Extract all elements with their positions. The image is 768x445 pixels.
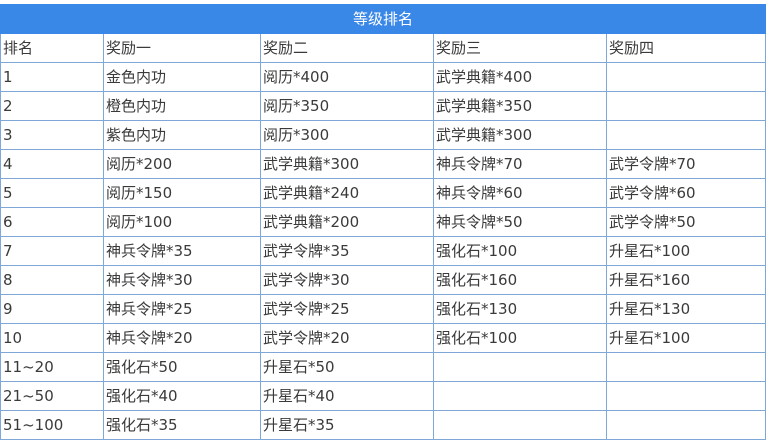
reward-3-cell: 强化石*160	[433, 265, 607, 295]
reward-3-cell: 强化石*100	[433, 323, 607, 353]
reward-3-cell: 神兵令牌*70	[433, 149, 607, 179]
header-reward-1: 奖励一	[103, 33, 261, 63]
reward-3-cell	[433, 381, 607, 411]
reward-3-cell	[433, 352, 607, 382]
table-row: 10 神兵令牌*20 武学令牌*20 强化石*100 升星石*100	[0, 323, 766, 353]
rank-cell: 2	[0, 91, 104, 121]
reward-2-cell: 武学令牌*35	[260, 236, 434, 266]
reward-1-cell: 强化石*35	[103, 410, 261, 440]
reward-1-cell: 阅历*200	[103, 149, 261, 179]
table-row: 21~50 强化石*40 升星石*40	[0, 381, 766, 411]
reward-1-cell: 橙色内功	[103, 91, 261, 121]
level-ranking-table: 等级排名 排名 奖励一 奖励二 奖励三 奖励四 1 金色内功 阅历*400 武学典籍*…	[0, 4, 766, 440]
reward-2-cell: 武学典籍*300	[260, 149, 434, 179]
rank-cell: 6	[0, 207, 104, 237]
reward-1-cell: 阅历*100	[103, 207, 261, 237]
table-title-row: 等级排名	[0, 4, 766, 34]
reward-2-cell: 武学令牌*20	[260, 323, 434, 353]
header-reward-3: 奖励三	[433, 33, 607, 63]
table-header-row: 排名 奖励一 奖励二 奖励三 奖励四	[0, 33, 766, 63]
table-body: 1 金色内功 阅历*400 武学典籍*400 2 橙色内功 阅历*350 武学典籍*350 3 紫…	[0, 62, 766, 440]
rank-cell: 21~50	[0, 381, 104, 411]
reward-4-cell: 升星石*160	[606, 265, 766, 295]
reward-1-cell: 强化石*50	[103, 352, 261, 382]
table-row: 6 阅历*100 武学典籍*200 神兵令牌*50 武学令牌*50	[0, 207, 766, 237]
reward-4-cell: 升星石*100	[606, 323, 766, 353]
rank-cell: 11~20	[0, 352, 104, 382]
table-row: 4 阅历*200 武学典籍*300 神兵令牌*70 武学令牌*70	[0, 149, 766, 179]
rank-cell: 7	[0, 236, 104, 266]
table-title: 等级排名	[0, 4, 766, 34]
rank-cell: 4	[0, 149, 104, 179]
reward-2-cell: 升星石*40	[260, 381, 434, 411]
reward-3-cell: 强化石*130	[433, 294, 607, 324]
reward-3-cell: 武学典籍*400	[433, 62, 607, 92]
table-row: 51~100 强化石*35 升星石*35	[0, 410, 766, 440]
reward-4-cell	[606, 352, 766, 382]
reward-3-cell: 武学典籍*350	[433, 91, 607, 121]
reward-4-cell	[606, 381, 766, 411]
rank-cell: 8	[0, 265, 104, 295]
reward-3-cell	[433, 410, 607, 440]
reward-4-cell	[606, 410, 766, 440]
table-row: 11~20 强化石*50 升星石*50	[0, 352, 766, 382]
header-reward-4: 奖励四	[606, 33, 766, 63]
reward-4-cell: 升星石*130	[606, 294, 766, 324]
reward-3-cell: 神兵令牌*60	[433, 178, 607, 208]
rank-cell: 10	[0, 323, 104, 353]
header-reward-2: 奖励二	[260, 33, 434, 63]
rank-cell: 9	[0, 294, 104, 324]
reward-4-cell: 升星石*100	[606, 236, 766, 266]
reward-1-cell: 神兵令牌*35	[103, 236, 261, 266]
reward-1-cell: 强化石*40	[103, 381, 261, 411]
reward-4-cell	[606, 91, 766, 121]
reward-4-cell: 武学令牌*70	[606, 149, 766, 179]
reward-2-cell: 阅历*300	[260, 120, 434, 150]
reward-2-cell: 阅历*400	[260, 62, 434, 92]
reward-2-cell: 武学典籍*240	[260, 178, 434, 208]
table-row: 9 神兵令牌*25 武学令牌*25 强化石*130 升星石*130	[0, 294, 766, 324]
reward-1-cell: 阅历*150	[103, 178, 261, 208]
header-rank: 排名	[0, 33, 104, 63]
reward-1-cell: 神兵令牌*30	[103, 265, 261, 295]
reward-4-cell	[606, 62, 766, 92]
rank-cell: 51~100	[0, 410, 104, 440]
reward-4-cell: 武学令牌*50	[606, 207, 766, 237]
reward-2-cell: 升星石*50	[260, 352, 434, 382]
reward-1-cell: 紫色内功	[103, 120, 261, 150]
table-row: 1 金色内功 阅历*400 武学典籍*400	[0, 62, 766, 92]
reward-1-cell: 金色内功	[103, 62, 261, 92]
rank-cell: 1	[0, 62, 104, 92]
reward-1-cell: 神兵令牌*25	[103, 294, 261, 324]
rank-cell: 3	[0, 120, 104, 150]
rank-cell: 5	[0, 178, 104, 208]
reward-2-cell: 武学令牌*30	[260, 265, 434, 295]
reward-table-container: 等级排名 排名 奖励一 奖励二 奖励三 奖励四 1 金色内功 阅历*400 武学典籍*…	[0, 4, 766, 440]
table-row: 5 阅历*150 武学典籍*240 神兵令牌*60 武学令牌*60	[0, 178, 766, 208]
table-row: 3 紫色内功 阅历*300 武学典籍*300	[0, 120, 766, 150]
reward-3-cell: 强化石*100	[433, 236, 607, 266]
reward-2-cell: 升星石*35	[260, 410, 434, 440]
reward-3-cell: 神兵令牌*50	[433, 207, 607, 237]
table-row: 8 神兵令牌*30 武学令牌*30 强化石*160 升星石*160	[0, 265, 766, 295]
reward-2-cell: 阅历*350	[260, 91, 434, 121]
reward-1-cell: 神兵令牌*20	[103, 323, 261, 353]
table-row: 2 橙色内功 阅历*350 武学典籍*350	[0, 91, 766, 121]
reward-3-cell: 武学典籍*300	[433, 120, 607, 150]
reward-2-cell: 武学令牌*25	[260, 294, 434, 324]
reward-4-cell: 武学令牌*60	[606, 178, 766, 208]
reward-4-cell	[606, 120, 766, 150]
table-row: 7 神兵令牌*35 武学令牌*35 强化石*100 升星石*100	[0, 236, 766, 266]
reward-2-cell: 武学典籍*200	[260, 207, 434, 237]
